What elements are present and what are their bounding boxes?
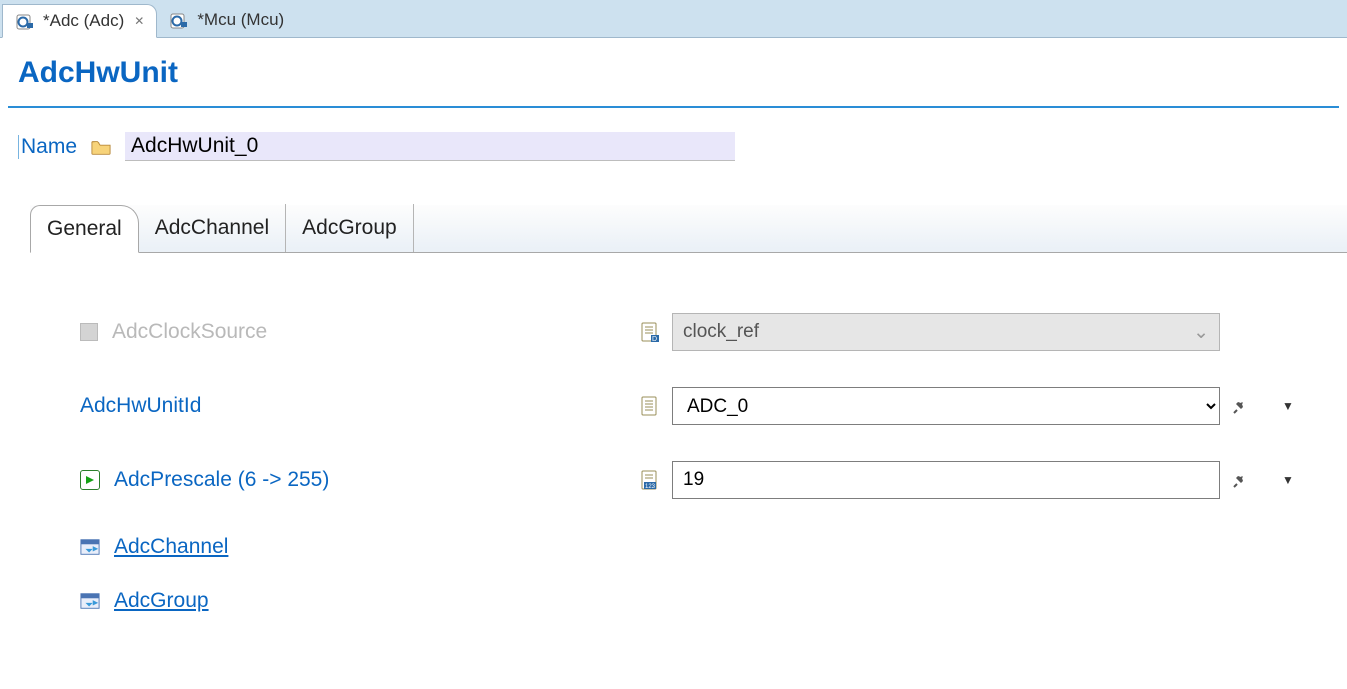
page-title: AdcHwUnit	[18, 56, 1329, 90]
subtab-bar: General AdcChannel AdcGroup	[30, 205, 1347, 253]
link-adcchannel[interactable]: AdcChannel	[114, 535, 228, 559]
play-icon	[80, 470, 100, 490]
field-adcclocksource-value: clock_ref	[683, 321, 759, 343]
label-adcclocksource: AdcClockSource	[112, 320, 267, 344]
svg-text:123: 123	[645, 484, 656, 490]
link-row-adcchannel: AdcChannel	[80, 535, 1347, 559]
module-icon	[15, 11, 35, 31]
editor-content: AdcHwUnit Name AdcHwUnit_0 General AdcCh…	[0, 38, 1347, 613]
name-row: Name AdcHwUnit_0	[0, 108, 1347, 171]
label-adcprescale[interactable]: AdcPrescale (6 -> 255)	[114, 468, 329, 492]
pin-icon[interactable]	[1232, 471, 1250, 489]
tab-adcchannel[interactable]: AdcChannel	[139, 204, 286, 252]
close-icon[interactable]: ✕	[134, 14, 144, 28]
name-input[interactable]: AdcHwUnit_0	[125, 132, 735, 161]
container-icon	[80, 591, 100, 611]
row-adcprescale: AdcPrescale (6 -> 255) 123	[80, 461, 1347, 499]
tab-general[interactable]: General	[30, 205, 139, 253]
row-adchwunitid: AdcHwUnitId ADC_0	[80, 387, 1347, 425]
name-label: Name	[18, 135, 77, 159]
select-adchwunitid[interactable]: ADC_0	[672, 387, 1220, 425]
editor-tab-mcu[interactable]: *Mcu (Mcu)	[157, 3, 296, 37]
chevron-down-icon[interactable]: ▼	[1282, 473, 1294, 487]
general-form: AdcClockSource D clock_ref ⌄	[0, 253, 1347, 613]
chevron-down-icon: ⌄	[1193, 321, 1209, 344]
editor-tab-label: *Mcu (Mcu)	[197, 10, 284, 30]
folder-icon	[91, 137, 111, 157]
svg-text:D: D	[652, 336, 657, 342]
module-icon	[169, 10, 189, 30]
editor-tab-bar: *Adc (Adc) ✕ *Mcu (Mcu)	[0, 0, 1347, 38]
checkbox-disabled-icon	[80, 323, 98, 341]
chevron-down-icon[interactable]: ▼	[1282, 399, 1294, 413]
editor-tab-adc[interactable]: *Adc (Adc) ✕	[2, 4, 157, 38]
tab-adcgroup[interactable]: AdcGroup	[286, 204, 414, 252]
input-adcprescale[interactable]	[672, 461, 1220, 499]
pin-icon[interactable]	[1232, 397, 1250, 415]
link-row-adcgroup: AdcGroup	[80, 589, 1347, 613]
container-icon	[80, 537, 100, 557]
number-doc-icon: 123	[640, 470, 660, 490]
editor-tab-label: *Adc (Adc)	[43, 11, 124, 31]
row-adcclocksource: AdcClockSource D clock_ref ⌄	[80, 313, 1347, 351]
text-doc-icon	[640, 396, 660, 416]
link-adcgroup[interactable]: AdcGroup	[114, 589, 209, 613]
reference-doc-icon: D	[640, 322, 660, 342]
field-adcclocksource: clock_ref ⌄	[672, 313, 1220, 351]
label-adchwunitid[interactable]: AdcHwUnitId	[80, 394, 201, 418]
